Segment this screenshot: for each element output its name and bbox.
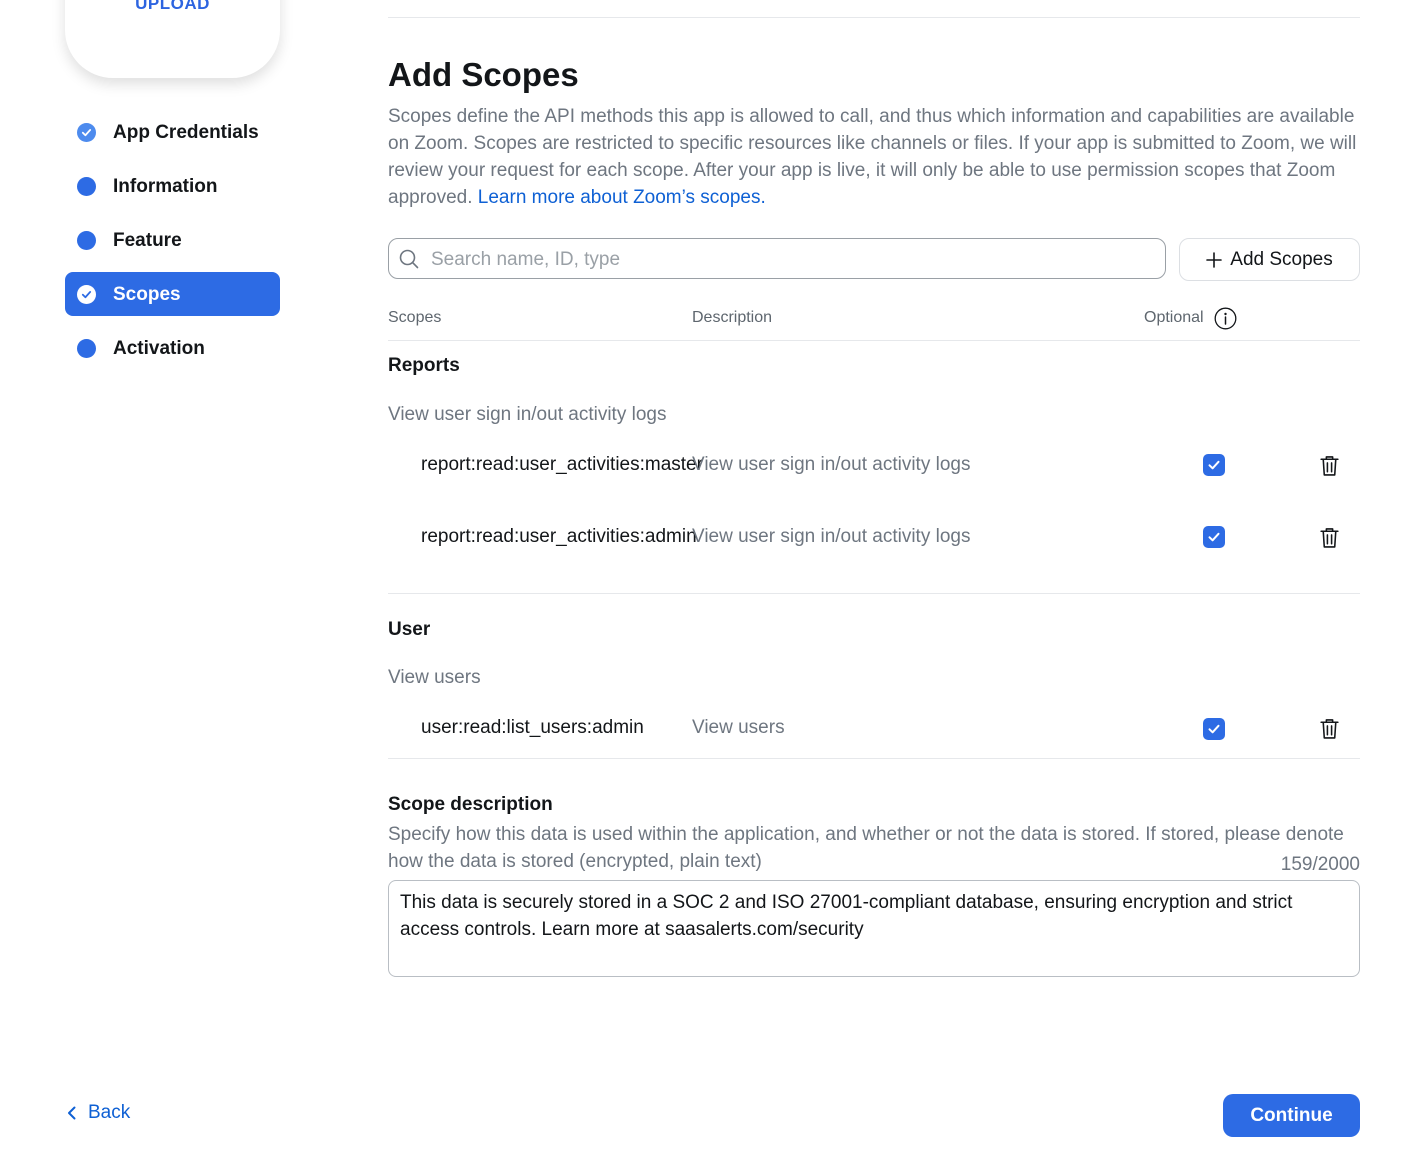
upload-card: UPLOAD xyxy=(65,0,280,78)
scope-name: report:read:user_activities:admin xyxy=(421,526,697,547)
step-complete-icon xyxy=(77,285,96,304)
scope-group-subtitle: View user sign in/out activity logs xyxy=(388,404,667,425)
add-scopes-button[interactable]: Add Scopes xyxy=(1179,238,1360,281)
continue-button[interactable]: Continue xyxy=(1223,1094,1360,1137)
scope-search xyxy=(388,238,1166,279)
search-input[interactable] xyxy=(429,247,1153,273)
sidebar-item-label: Information xyxy=(113,176,218,197)
group-divider xyxy=(388,758,1360,759)
scope-description: View users xyxy=(692,717,785,738)
chevron-left-icon xyxy=(68,1106,76,1120)
step-complete-icon xyxy=(77,123,96,142)
sidebar-item-label: Scopes xyxy=(113,284,181,305)
search-icon xyxy=(399,249,419,274)
learn-more-scopes-link[interactable]: Learn more about Zoom’s scopes. xyxy=(478,187,766,208)
optional-checkbox[interactable] xyxy=(1203,454,1225,476)
trash-icon[interactable] xyxy=(1318,717,1341,745)
info-icon[interactable] xyxy=(1214,307,1237,335)
sidebar-item-label: Feature xyxy=(113,230,182,251)
section-divider xyxy=(388,17,1360,18)
sidebar-item-label: App Credentials xyxy=(113,122,259,143)
group-divider xyxy=(388,593,1360,594)
sidebar-item-activation[interactable]: Activation xyxy=(65,326,280,370)
sidebar-steps: App Credentials Information Feature Scop… xyxy=(65,110,280,380)
scope-description: View user sign in/out activity logs xyxy=(692,454,971,475)
plus-icon xyxy=(1206,251,1223,268)
scope-description-textarea[interactable]: This data is securely stored in a SOC 2 … xyxy=(388,880,1360,977)
sidebar-item-information[interactable]: Information xyxy=(65,164,280,208)
upload-button[interactable]: UPLOAD xyxy=(65,0,280,14)
optional-checkbox[interactable] xyxy=(1203,718,1225,740)
step-dot-icon xyxy=(77,339,96,358)
optional-checkbox[interactable] xyxy=(1203,526,1225,548)
column-header-scopes: Scopes xyxy=(388,309,442,326)
step-dot-icon xyxy=(77,177,96,196)
scope-group-subtitle: View users xyxy=(388,667,481,688)
sidebar-item-feature[interactable]: Feature xyxy=(65,218,280,262)
sidebar-item-app-credentials[interactable]: App Credentials xyxy=(65,110,280,154)
intro-text: Scopes define the API methods this app i… xyxy=(388,103,1363,211)
scope-name: user:read:list_users:admin xyxy=(421,717,644,738)
character-counter: 159/2000 xyxy=(1280,854,1360,875)
checkmark-icon xyxy=(1208,460,1220,470)
back-button[interactable]: Back xyxy=(66,1102,130,1124)
step-dot-icon xyxy=(77,231,96,250)
checkmark-icon xyxy=(1208,724,1220,734)
table-header-divider xyxy=(388,340,1360,341)
page-title: Add Scopes xyxy=(388,56,579,93)
scope-name: report:read:user_activities:master xyxy=(421,454,703,475)
column-header-description: Description xyxy=(692,309,773,326)
add-scopes-label: Add Scopes xyxy=(1230,248,1333,270)
scope-description-help: Specify how this data is used within the… xyxy=(388,824,1344,872)
scope-description: View user sign in/out activity logs xyxy=(692,526,971,547)
back-label: Back xyxy=(88,1102,131,1123)
column-header-optional: Optional xyxy=(1144,309,1204,326)
trash-icon[interactable] xyxy=(1318,454,1341,482)
checkmark-icon xyxy=(1208,532,1220,542)
sidebar-item-label: Activation xyxy=(113,338,205,359)
scope-group-title: Reports xyxy=(388,355,460,376)
trash-icon[interactable] xyxy=(1318,526,1341,554)
sidebar-item-scopes[interactable]: Scopes xyxy=(65,272,280,316)
scope-description-title: Scope description xyxy=(388,794,553,815)
scope-group-title: User xyxy=(388,619,431,640)
